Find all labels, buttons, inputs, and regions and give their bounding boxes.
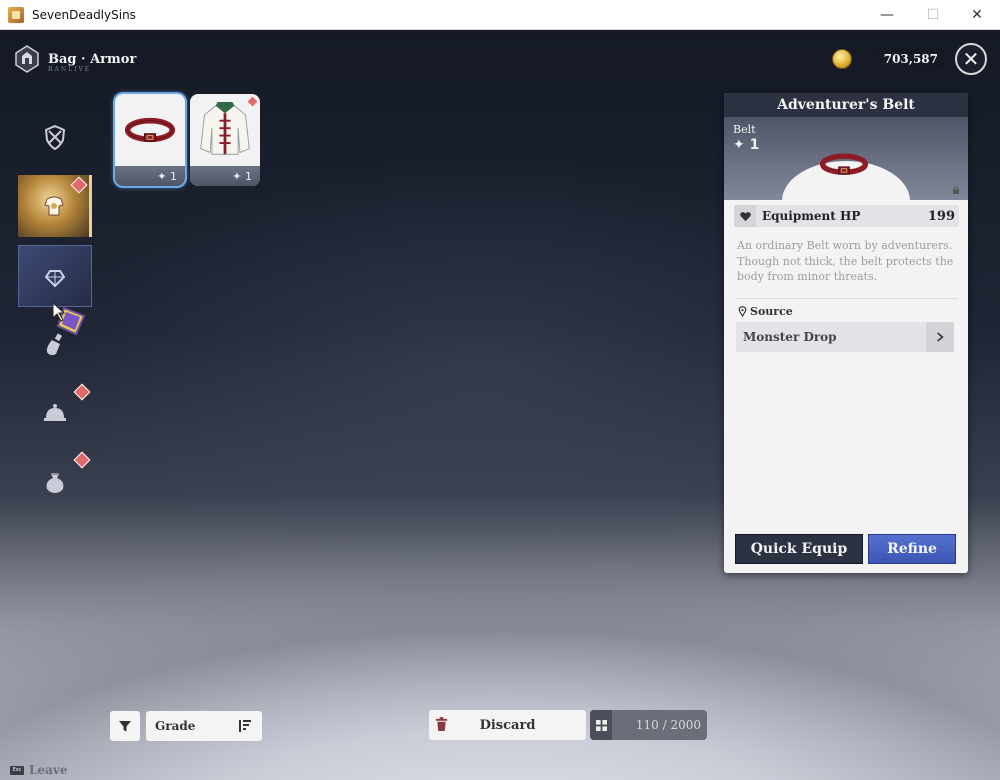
item-enhance-value: 1 xyxy=(245,169,252,183)
cloche-icon xyxy=(44,404,66,421)
gold-coin-icon xyxy=(832,49,852,69)
category-food[interactable] xyxy=(18,382,92,444)
minimize-button[interactable]: — xyxy=(864,0,910,30)
trash-icon xyxy=(435,717,448,731)
sort-icon xyxy=(239,720,251,732)
esc-key-icon: Esc xyxy=(10,765,24,775)
breadcrumb-subtitle: RANLIVE xyxy=(48,66,92,73)
shield-swords-icon xyxy=(44,124,66,151)
category-materials[interactable] xyxy=(18,450,92,512)
item-detail-panel: Adventurer's Belt Belt ✦ 1 Equipment HP … xyxy=(724,93,968,573)
leave-button[interactable]: Esc Leave xyxy=(10,763,67,777)
window-close-button[interactable]: ✕ xyxy=(954,0,1000,30)
enhance-level: ✦ 1 xyxy=(733,137,760,153)
item-enhance-value: 1 xyxy=(170,169,177,183)
discard-button[interactable]: Discard xyxy=(429,710,586,740)
discard-label: Discard xyxy=(479,717,536,733)
category-accessory[interactable] xyxy=(18,245,92,307)
stat-row-hp: Equipment HP 199 xyxy=(734,205,959,227)
chevron-right-icon[interactable] xyxy=(926,322,954,352)
close-bag-button[interactable]: ✕ xyxy=(955,43,987,75)
window-title: SevenDeadlySins xyxy=(32,7,136,22)
location-pin-icon xyxy=(738,306,747,317)
lock-icon[interactable] xyxy=(952,186,960,194)
filter-button[interactable] xyxy=(110,711,140,741)
item-enhance-label: ✦ 1 xyxy=(190,166,260,186)
enhance-level-value: 1 xyxy=(749,137,760,153)
divider xyxy=(736,298,958,299)
game-viewport: Bag · Armor RANLIVE 703,587 ✕ ✦ 1 ✦ 1 Ad… xyxy=(0,30,1000,780)
item-preview: Belt ✦ 1 xyxy=(724,117,968,200)
heart-icon xyxy=(734,205,756,227)
breadcrumb: Bag · Armor xyxy=(48,51,137,67)
gold-amount: 703,587 xyxy=(883,52,938,66)
quick-equip-button[interactable]: Quick Equip xyxy=(735,534,863,564)
item-name: Adventurer's Belt xyxy=(724,93,968,117)
new-badge-icon xyxy=(73,383,91,401)
sack-icon xyxy=(46,473,64,493)
belt-icon xyxy=(115,94,185,166)
window-titlebar: SevenDeadlySins — ☐ ✕ xyxy=(0,0,1000,30)
armor-icon xyxy=(43,196,64,216)
bag-emblem-icon xyxy=(12,44,42,74)
filter-icon xyxy=(119,721,131,732)
source-value: Monster Drop xyxy=(743,330,837,344)
stat-value: 199 xyxy=(927,208,955,224)
bag-capacity: 110 / 2000 xyxy=(590,710,707,740)
gem-icon xyxy=(44,270,66,288)
stat-label: Equipment HP xyxy=(762,209,861,223)
source-entry[interactable]: Monster Drop xyxy=(736,322,954,352)
category-armor[interactable] xyxy=(18,175,92,237)
item-enhance-label: ✦ 1 xyxy=(115,166,185,186)
item-type: Belt xyxy=(733,123,756,136)
item-slot-coat[interactable]: ✦ 1 xyxy=(190,94,260,186)
grid-icon xyxy=(590,710,612,740)
maximize-button[interactable]: ☐ xyxy=(910,0,956,30)
source-label: Source xyxy=(750,305,793,318)
app-icon xyxy=(8,6,24,23)
category-weapon[interactable] xyxy=(18,106,92,168)
source-heading: Source xyxy=(738,305,793,318)
sort-grade-button[interactable]: Grade xyxy=(146,711,262,741)
capacity-count: 110 / 2000 xyxy=(635,718,701,732)
refine-button[interactable]: Refine xyxy=(868,534,956,564)
item-description: An ordinary Belt worn by adventurers. Th… xyxy=(737,239,954,283)
mouse-cursor-icon xyxy=(52,302,86,336)
item-slot-belt[interactable]: ✦ 1 xyxy=(115,94,185,186)
new-badge-icon xyxy=(73,451,91,469)
belt-icon xyxy=(820,153,868,175)
bag-header: Bag · Armor RANLIVE xyxy=(12,44,136,74)
leave-label: Leave xyxy=(29,763,68,777)
new-badge-icon xyxy=(70,176,88,194)
sort-label: Grade xyxy=(155,719,196,733)
gold-counter: 703,587 xyxy=(832,46,944,72)
